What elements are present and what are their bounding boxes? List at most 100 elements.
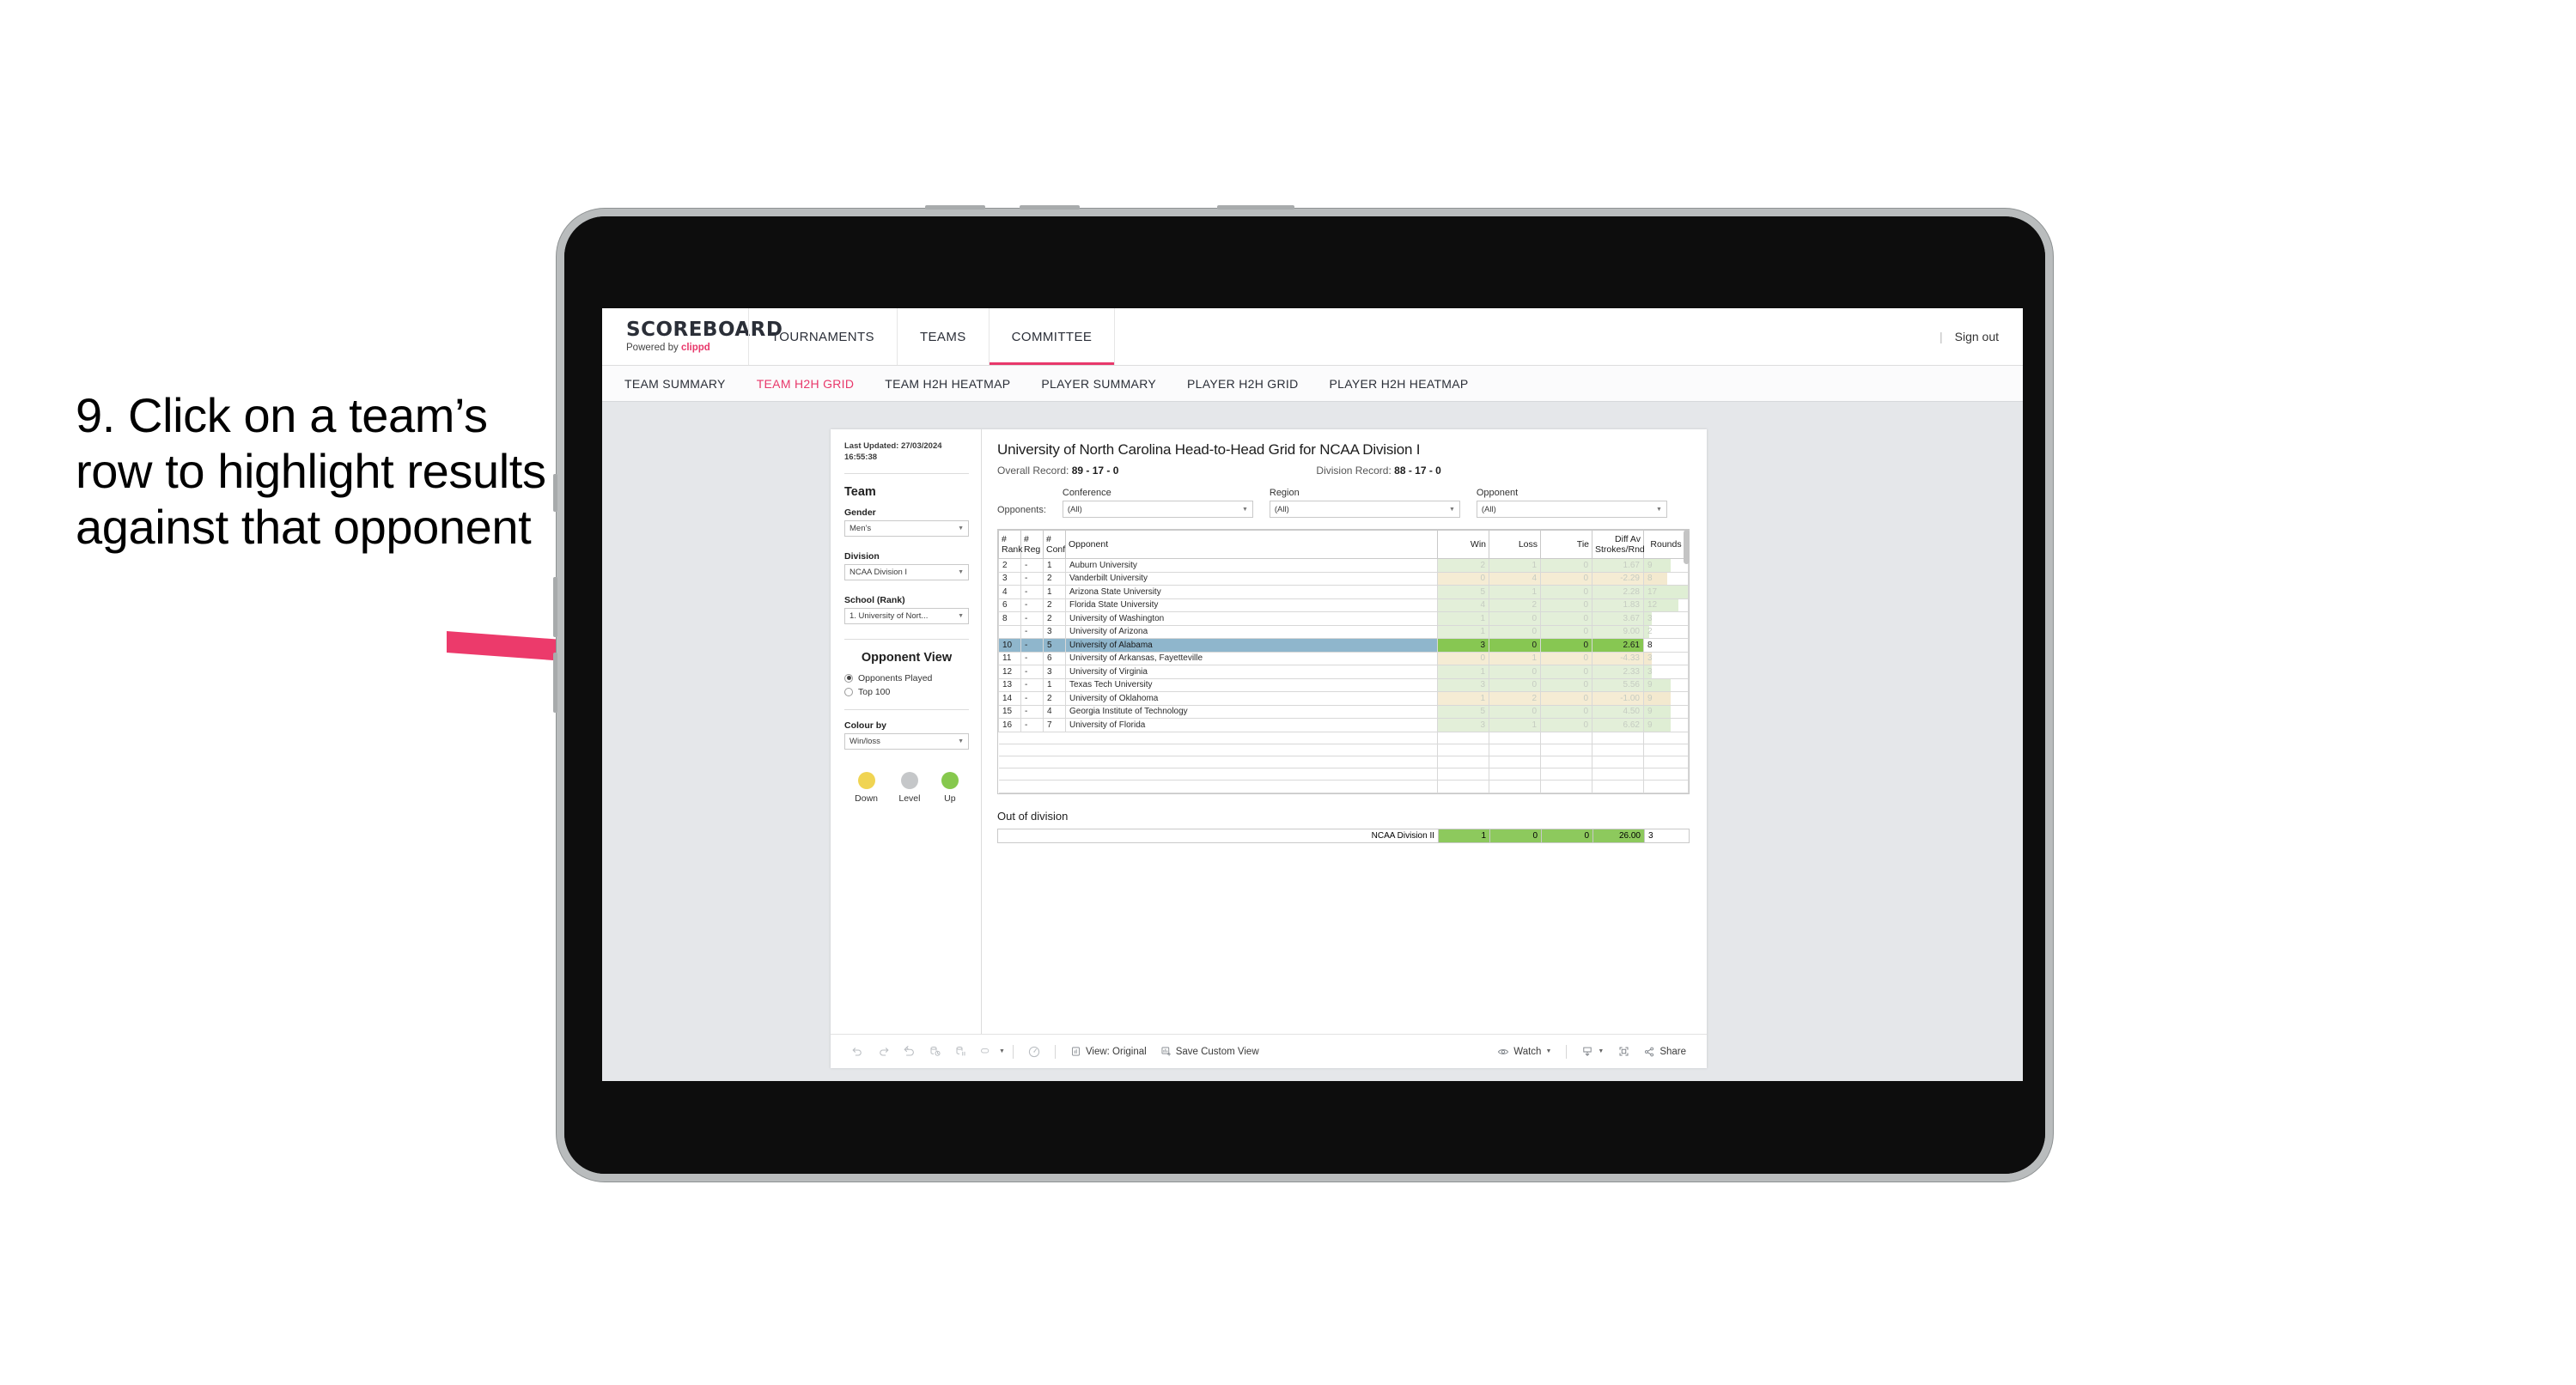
table-row[interactable]: 10-5 University of Alabama 3 0 0 2.61 8 [998,638,1689,653]
chevron-down-icon[interactable]: ▼ [999,1048,1005,1054]
col-reg[interactable]: # Reg [1020,529,1044,560]
opponent-value: (All) [1481,504,1496,514]
division-select[interactable]: NCAA Division I ▼ [844,563,969,580]
tab-player-h2h-heatmap[interactable]: PLAYER H2H HEATMAP [1330,377,1469,391]
cell-rank: 2 [998,558,1021,573]
region-select[interactable]: (All) ▼ [1269,501,1460,518]
col-conf[interactable]: # Conf [1043,529,1066,560]
rounds-value: 8 [1647,640,1653,650]
refresh-data-icon[interactable] [922,1039,947,1065]
col-conf-l2: Conf [1046,544,1066,556]
rounds-value: 9 [1647,560,1653,570]
cell-rounds: 3 [1643,611,1689,626]
undo-icon[interactable] [844,1039,870,1065]
cell-rank: 13 [998,677,1021,693]
revert-icon[interactable] [896,1039,922,1065]
device-button [553,653,557,713]
col-rank[interactable]: # Rank [998,529,1023,560]
table-row[interactable]: 8-2 University of Washington 1 0 0 3.67 3 [998,611,1689,626]
tab-team-h2h-heatmap[interactable]: TEAM H2H HEATMAP [885,377,1010,391]
col-rounds[interactable]: Rounds [1643,529,1689,560]
cell-reg: - [1020,691,1044,706]
out-of-division-row[interactable]: NCAA Division II 1 0 0 26.00 3 [997,828,1690,843]
cell-conf: 3 [1043,665,1066,679]
fullscreen-icon[interactable] [1611,1039,1636,1065]
col-loss[interactable]: Loss [1489,529,1541,560]
dashboard-clock-icon[interactable] [1021,1039,1047,1065]
toolbar-divider [1054,1044,1056,1059]
watch-button[interactable]: Watch ▼ [1490,1046,1558,1058]
conference-label: Conference [1062,488,1111,498]
empty-cell [998,743,1021,757]
empty-cell [1437,743,1489,757]
conference-value: (All) [1067,504,1082,514]
table-row[interactable]: 15-4 Georgia Institute of Technology 5 0 0 4.… [998,704,1689,720]
school-select[interactable]: 1. University of Nort... ▼ [844,607,969,624]
region-filter: Region (All) ▼ [1269,488,1460,518]
nav-teams[interactable]: TEAMS [896,308,989,365]
colour-by-filter: Colour by Win/loss ▼ [844,720,969,750]
table-row[interactable]: 14-2 University of Oklahoma 1 2 0 -1.00 9 [998,691,1689,706]
pause-auto-update-icon[interactable] [947,1039,973,1065]
table-row[interactable]: -3 University of Arizona 1 0 0 9.00 2 [998,624,1689,640]
tab-team-h2h-grid[interactable]: TEAM H2H GRID [757,377,855,391]
nav-committee[interactable]: COMMITTEE [988,308,1116,365]
conference-select[interactable]: (All) ▼ [1062,501,1253,518]
col-opponent[interactable]: Opponent [1065,529,1438,560]
cell-conf: 6 [1043,651,1066,666]
download-button[interactable]: ▼ [1574,1046,1611,1058]
out-of-division-table: NCAA Division II 1 0 0 26.00 3 [997,828,1690,843]
cell-diff: -1.00 [1592,691,1644,706]
legend-level: Level [898,771,920,804]
tab-player-h2h-grid[interactable]: PLAYER H2H GRID [1187,377,1299,391]
empty-cell [1489,768,1541,781]
gender-filter: Gender Men’s ▼ [844,507,969,537]
cell-loss: 0 [1489,665,1541,679]
table-row[interactable]: 16-7 University of Florida 3 1 0 6.62 9 [998,718,1689,732]
table-row[interactable]: 11-6 University of Arkansas, Fayetteville… [998,651,1689,666]
ood-diff: 26.00 [1592,828,1645,843]
redo-icon[interactable] [870,1039,896,1065]
region-value: (All) [1274,504,1289,514]
division-record: Division Record: 88 - 17 - 0 [1316,465,1440,477]
cell-reg: - [1020,598,1044,613]
cell-loss: 1 [1489,585,1541,599]
toolbar-divider [1566,1044,1568,1059]
cell-diff: 2.28 [1592,585,1644,599]
col-diff[interactable]: Diff Av Strokes/Rnd [1592,529,1645,560]
brand-logo[interactable]: SCOREBOARD Powered by clippd [602,320,783,354]
sign-out-link[interactable]: Sign out [1955,330,1999,343]
colour-by-select[interactable]: Win/loss ▼ [844,732,969,750]
col-tie[interactable]: Tie [1540,529,1592,560]
gender-select[interactable]: Men’s ▼ [844,519,969,537]
empty-cell [1540,755,1592,769]
table-row[interactable]: 3-2 Vanderbilt University 0 4 0 -2.29 8 [998,571,1689,586]
loop-dropdown-icon[interactable] [973,1039,999,1065]
opponent-filter: Opponent (All) ▼ [1476,488,1667,518]
save-custom-view-button[interactable]: Save Custom View [1154,1046,1266,1057]
opponent-select[interactable]: (All) ▼ [1476,501,1667,518]
empty-cell [1437,780,1489,793]
view-original-button[interactable]: View: Original [1063,1046,1154,1057]
radio-opponents-played[interactable]: Opponents Played [844,673,969,683]
table-row[interactable]: 12-3 University of Virginia 1 0 0 2.33 3 [998,665,1689,679]
tab-player-summary[interactable]: PLAYER SUMMARY [1041,377,1156,391]
nav-divider: | [1939,330,1943,343]
table-row[interactable]: 13-1 Texas Tech University 3 0 0 5.56 9 [998,677,1689,693]
page-title: University of North Carolina Head-to-Hea… [997,441,1421,458]
share-button[interactable]: Share [1636,1046,1693,1058]
table-row[interactable]: 4-1 Arizona State University 5 1 0 2.28 17 [998,585,1689,599]
cell-reg: - [1020,677,1044,693]
cell-rank: 3 [998,571,1021,586]
rounds-value: 9 [1647,693,1653,703]
table-scrollbar[interactable] [1684,530,1690,564]
cell-win: 3 [1437,638,1489,653]
col-win[interactable]: Win [1437,529,1489,560]
tab-team-summary[interactable]: TEAM SUMMARY [624,377,726,391]
nav-tournaments[interactable]: TOURNAMENTS [748,308,897,365]
radio-top-100[interactable]: Top 100 [844,687,969,697]
table-row[interactable]: 6-2 Florida State University 4 2 0 1.83 12 [998,598,1689,613]
table-row[interactable]: 2-1 Auburn University 2 1 0 1.67 9 [998,558,1689,573]
cell-loss: 2 [1489,598,1541,613]
divider [844,708,969,710]
